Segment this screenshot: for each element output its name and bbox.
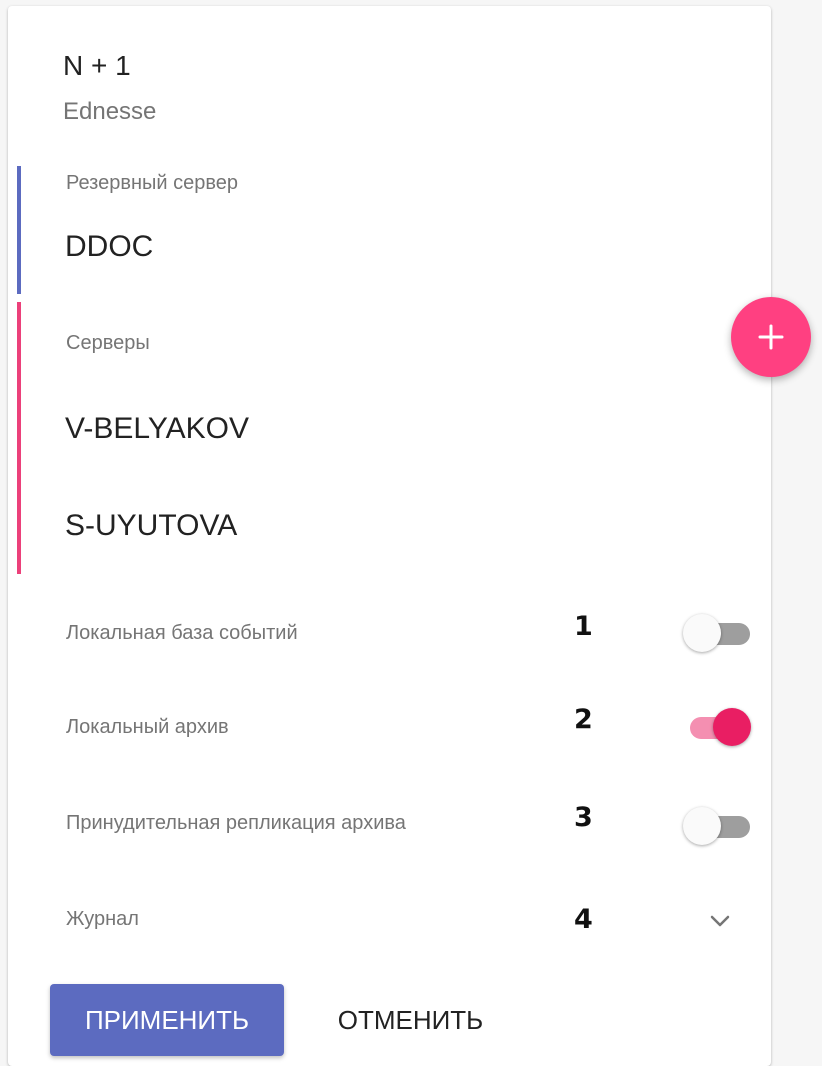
server-item[interactable]: V-BELYAKOV — [65, 412, 249, 446]
cancel-button[interactable]: ОТМЕНИТЬ — [318, 984, 503, 1056]
backup-server-name[interactable]: DDOC — [65, 230, 153, 264]
page-subtitle: Ednesse — [63, 98, 157, 125]
marker-3: 3 — [574, 802, 593, 833]
marker-2: 2 — [574, 704, 593, 735]
local-archive-toggle[interactable] — [683, 704, 753, 748]
marker-4: 4 — [574, 904, 593, 935]
apply-button[interactable]: ПРИМЕНИТЬ — [50, 984, 284, 1056]
backup-server-accent-bar — [17, 166, 21, 294]
servers-accent-bar — [17, 302, 21, 574]
marker-1: 1 — [574, 611, 593, 642]
setting-label-local-archive: Локальный архив — [66, 716, 229, 738]
journal-label: Журнал — [66, 908, 139, 930]
toggle-thumb — [683, 807, 721, 845]
backup-server-label: Резервный сервер — [66, 172, 239, 194]
setting-label-forced-replication: Принудительная репликация архива — [66, 812, 406, 834]
servers-label: Серверы — [66, 332, 150, 354]
toggle-thumb — [713, 708, 751, 746]
setting-label-local-events-db: Локальная база событий — [66, 622, 298, 644]
settings-panel: N + 1 Ednesse Резервный сервер DDOC Серв… — [8, 6, 771, 1066]
plus-icon — [758, 324, 784, 350]
add-server-button[interactable] — [731, 297, 811, 377]
toggle-thumb — [683, 614, 721, 652]
server-item[interactable]: S-UYUTOVA — [65, 509, 237, 543]
forced-replication-toggle[interactable] — [683, 803, 753, 847]
page-title: N + 1 — [63, 50, 131, 81]
local-events-db-toggle[interactable] — [683, 610, 753, 654]
chevron-down-icon[interactable] — [706, 907, 734, 935]
